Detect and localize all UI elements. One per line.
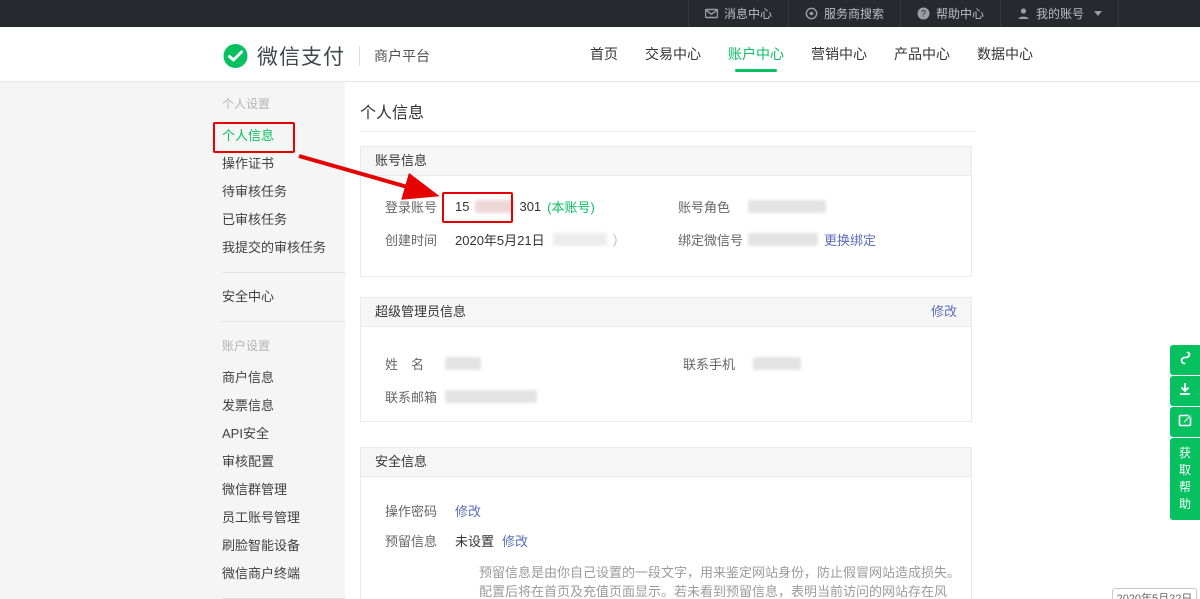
reserved-info-label: 预留信息 [385, 531, 455, 550]
login-account-label: 登录账号 [385, 197, 455, 216]
admin-edit-link[interactable]: 修改 [931, 298, 957, 326]
nav-marketing-center[interactable]: 营销中心 [811, 27, 867, 81]
sidebar-item-wechat-group-mgmt[interactable]: 微信群管理 [222, 476, 345, 504]
sidebar-item-review-config[interactable]: 审核配置 [222, 448, 345, 476]
redacted-admin-email [445, 390, 537, 403]
help-center-menu[interactable]: ? 帮助中心 [900, 0, 1000, 27]
top-utility-bar: 消息中心 服务商搜索 ? 帮助中心 我的账号 [0, 0, 1200, 27]
account-role-label: 账号角色 [678, 197, 748, 216]
nav-account-center[interactable]: 账户中心 [728, 27, 784, 81]
message-center-label: 消息中心 [724, 5, 772, 22]
redacted-created-time [553, 233, 607, 246]
hotline-button[interactable] [1170, 345, 1200, 375]
redacted-admin-phone [753, 357, 801, 370]
sidebar-item-pending-review-tasks[interactable]: 待审核任务 [222, 178, 345, 206]
sidebar-item-security-center[interactable]: 安全中心 [222, 283, 345, 311]
page: 消息中心 服务商搜索 ? 帮助中心 我的账号 [0, 0, 1200, 599]
feedback-icon [1177, 412, 1193, 433]
admin-phone-label: 联系手机 [683, 354, 753, 373]
admin-email-label: 联系邮箱 [385, 387, 445, 406]
get-help-button[interactable]: 获取帮助 [1170, 438, 1200, 520]
admin-info-header: 超级管理员信息 修改 [361, 298, 971, 327]
search-icon [805, 7, 818, 20]
reserved-info-notes: 预留信息是由你自己设置的一段文字，用来鉴定网站身份，防止假冒网站造成损失。 配置… [479, 563, 971, 599]
sidebar-item-reviewed-tasks[interactable]: 已审核任务 [222, 206, 345, 234]
sidebar-item-api-security[interactable]: API安全 [222, 420, 345, 448]
operation-password-label: 操作密码 [385, 501, 455, 520]
admin-info-card: 超级管理员信息 修改 姓 名 联系手机 联系邮箱 [360, 297, 972, 422]
login-account-value: 15301 (本账号) [455, 197, 595, 216]
brand-subtitle: 商户平台 [359, 46, 430, 66]
sidebar: 个人设置 个人信息 操作证书 待审核任务 已审核任务 我提交的审核任务 安全中心… [222, 90, 345, 599]
change-binding-link[interactable]: 更换绑定 [824, 230, 876, 249]
hotline-icon [1177, 350, 1193, 371]
title-divider [360, 131, 975, 132]
date-tooltip: 2020年5月22日 [1112, 588, 1197, 599]
operation-password-edit-link[interactable]: 修改 [455, 501, 481, 520]
nav-transaction-center[interactable]: 交易中心 [645, 27, 701, 81]
sidebar-group-personal-settings: 个人设置 [222, 90, 345, 118]
page-title: 个人信息 [360, 99, 424, 123]
sidebar-item-face-device[interactable]: 刷脸智能设备 [222, 532, 345, 560]
help-center-label: 帮助中心 [936, 5, 984, 22]
security-info-title: 安全信息 [375, 448, 427, 476]
admin-name-label: 姓 名 [385, 354, 445, 373]
sidebar-divider [222, 321, 345, 322]
account-info-card: 账号信息 登录账号 15301 (本账号) 账号角色 [360, 146, 972, 277]
sidebar-divider [222, 272, 345, 273]
current-account-note: (本账号) [547, 197, 595, 216]
reserved-info-edit-link[interactable]: 修改 [502, 531, 528, 550]
note-line: 配置后将在首页及充值页面显示。若未看到预留信息，表明当前访问的网站存在风险，请终… [479, 582, 971, 599]
help-icon: ? [917, 7, 930, 20]
bound-wechat-value: 更换绑定 [748, 230, 876, 249]
nav-home[interactable]: 首页 [590, 27, 618, 81]
provider-search-label: 服务商搜索 [824, 5, 884, 22]
note-line: 预留信息是由你自己设置的一段文字，用来鉴定网站身份，防止假冒网站造成损失。 [479, 563, 971, 582]
primary-nav: 首页 交易中心 账户中心 营销中心 产品中心 数据中心 [590, 27, 1033, 81]
feedback-button[interactable] [1170, 407, 1200, 437]
created-time-label: 创建时间 [385, 230, 455, 249]
wechat-pay-logo-icon [222, 43, 249, 70]
security-info-header: 安全信息 [361, 448, 971, 477]
my-account-label: 我的账号 [1036, 5, 1084, 22]
sidebar-item-personal-info[interactable]: 个人信息 [222, 122, 345, 150]
sidebar-item-staff-account-mgmt[interactable]: 员工账号管理 [222, 504, 345, 532]
brand-name: 微信支付 [257, 41, 345, 71]
account-role-value [748, 200, 826, 213]
floating-help-bar: 获取帮助 [1170, 345, 1200, 520]
sidebar-item-operation-certificate[interactable]: 操作证书 [222, 150, 345, 178]
svg-text:?: ? [921, 9, 926, 19]
sidebar-item-invoice-info[interactable]: 发票信息 [222, 392, 345, 420]
reserved-info-value: 未设置 [455, 531, 494, 550]
user-icon [1017, 7, 1030, 20]
brand[interactable]: 微信支付 商户平台 [222, 41, 430, 71]
sidebar-group-account-settings: 账户设置 [222, 332, 345, 360]
account-info-title: 账号信息 [375, 147, 427, 175]
nav-data-center[interactable]: 数据中心 [977, 27, 1033, 81]
sidebar-item-my-submitted-tasks[interactable]: 我提交的审核任务 [222, 234, 345, 262]
redacted-login-middle [475, 200, 513, 213]
nav-product-center[interactable]: 产品中心 [894, 27, 950, 81]
account-info-header: 账号信息 [361, 147, 971, 176]
admin-info-title: 超级管理员信息 [375, 298, 466, 326]
redacted-wechat-id [748, 233, 818, 246]
chevron-down-icon [1094, 11, 1102, 16]
created-time-value: 2020年5月21日） [455, 230, 626, 249]
download-icon [1177, 381, 1193, 402]
get-help-label: 获取帮助 [1178, 445, 1192, 513]
sidebar-item-merchant-info[interactable]: 商户信息 [222, 364, 345, 392]
provider-search-menu[interactable]: 服务商搜索 [788, 0, 900, 27]
redacted-admin-name [445, 357, 481, 370]
mail-icon [705, 7, 718, 20]
bound-wechat-label: 绑定微信号 [678, 230, 748, 249]
sidebar-item-merchant-terminal[interactable]: 微信商户终端 [222, 560, 345, 588]
security-info-card: 安全信息 操作密码 修改 预留信息 未设置 修改 预留信息是由你自己设置的一段文… [360, 447, 972, 599]
redacted-role-value [748, 200, 826, 213]
my-account-menu[interactable]: 我的账号 [1000, 0, 1119, 27]
main-header: 微信支付 商户平台 首页 交易中心 账户中心 营销中心 产品中心 数据中心 [0, 27, 1200, 82]
message-center-menu[interactable]: 消息中心 [688, 0, 788, 27]
download-button[interactable] [1170, 376, 1200, 406]
